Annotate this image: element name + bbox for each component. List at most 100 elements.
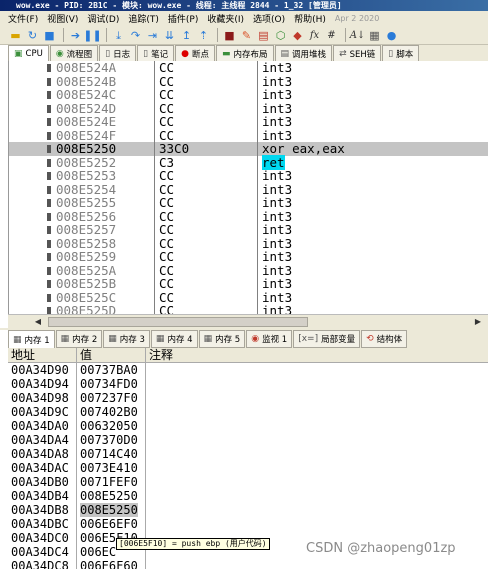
breakpoint-marker-icon[interactable] — [45, 91, 53, 99]
tab-graph[interactable]: ◉ 流程图 — [49, 45, 99, 61]
tab-seh-chain[interactable]: ⇄ SEH链 — [333, 45, 382, 61]
header-value[interactable]: 值 — [77, 348, 146, 363]
breakpoint-marker-icon[interactable] — [45, 293, 53, 302]
column-divider[interactable] — [257, 61, 258, 314]
breakpoint-marker-icon[interactable] — [45, 307, 53, 314]
breakpoint-marker-icon[interactable] — [45, 118, 53, 126]
breakpoint-marker-icon[interactable] — [45, 77, 53, 86]
dump-row[interactable]: 00A34D9C 007402B0 — [8, 405, 488, 419]
tab-log[interactable]: ▯ 日志 — [99, 45, 137, 61]
run-icon[interactable]: ➔ — [68, 28, 83, 43]
disassembly-row[interactable]: 008E525C CC int3 — [9, 290, 488, 305]
tab-dump-3[interactable]: ▦ 内存 3 — [103, 330, 150, 348]
disassembly-row[interactable]: 008E524A CC int3 — [9, 61, 488, 75]
disassembly-row[interactable]: 008E524C CC int3 — [9, 88, 488, 102]
tab-notes[interactable]: ▯ 笔记 — [137, 45, 175, 61]
dump-row[interactable]: 00A34D94 00734FD0 — [8, 377, 488, 391]
bookmark-icon[interactable]: ◆ — [290, 28, 305, 43]
tab-breakpoints[interactable]: ● 断点 — [175, 45, 215, 61]
breakpoint-marker-icon[interactable] — [45, 253, 53, 261]
dump-row[interactable]: 00A34DAC 0073E410 — [8, 461, 488, 475]
disassembly-row[interactable]: 008E525D CC int3 — [9, 304, 488, 314]
tab-dump-1[interactable]: ▦ 内存 1 — [8, 330, 55, 348]
breakpoint-marker-icon[interactable] — [45, 226, 53, 234]
close-icon[interactable]: ■ — [42, 28, 57, 43]
hash-icon[interactable]: # — [324, 28, 339, 43]
scroll-right-icon[interactable]: ▶ — [472, 316, 484, 328]
disassembly-row[interactable]: 008E5254 CC int3 — [9, 182, 488, 197]
dump-row[interactable]: 00A34D90 00737BA0 — [8, 363, 488, 377]
disassembly-row[interactable]: 008E5259 CC int3 — [9, 250, 488, 264]
disassembly-row[interactable]: 008E5257 CC int3 — [9, 223, 488, 237]
breakpoint-marker-icon[interactable] — [45, 145, 53, 153]
breakpoint-marker-icon[interactable] — [45, 131, 53, 140]
tab-locals[interactable]: [x=] 局部变量 — [293, 330, 361, 348]
dump-row[interactable]: 00A34DA0 00632050 — [8, 419, 488, 433]
comment-icon[interactable]: ▤ — [256, 28, 271, 43]
header-comment[interactable]: 注释 — [146, 348, 488, 363]
disassembly-row[interactable]: 008E5256 CC int3 — [9, 209, 488, 224]
tab-watch-1[interactable]: ◉ 监视 1 — [246, 330, 293, 348]
breakpoint-marker-icon[interactable] — [45, 239, 53, 248]
disassembly-row[interactable]: 008E525A CC int3 — [9, 263, 488, 278]
disassembly-row[interactable]: 008E524B CC int3 — [9, 74, 488, 89]
breakpoint-marker-icon[interactable] — [45, 64, 53, 72]
disassembly-row[interactable]: 008E524D CC int3 — [9, 101, 488, 116]
step-over-icon[interactable]: ↷ — [128, 28, 143, 43]
horizontal-scrollbar[interactable]: ◀ ▶ — [8, 314, 488, 328]
disassembly-row[interactable]: 008E5252 C3 ret — [9, 154, 488, 170]
breakpoint-marker-icon[interactable] — [45, 280, 53, 288]
dump-row[interactable]: 00A34DB4 008E5250 — [8, 489, 488, 503]
breakpoint-marker-icon[interactable] — [45, 199, 53, 207]
dump-row[interactable]: 00A34DB0 0071FEF0 — [8, 475, 488, 489]
breakpoint-marker-icon[interactable] — [45, 185, 53, 194]
menu-options[interactable]: 选项(O) — [253, 12, 285, 25]
pause-icon[interactable]: ❚❚ — [83, 28, 101, 43]
header-address[interactable]: 地址 — [8, 348, 77, 363]
breakpoint-marker-icon[interactable] — [45, 266, 53, 275]
dump-row[interactable]: 00A34DA4 007370D0 — [8, 433, 488, 447]
step-into-icon[interactable]: ⤓ — [111, 28, 126, 43]
scrollbar-thumb[interactable] — [48, 317, 308, 327]
help-icon[interactable]: ● — [384, 28, 399, 43]
disassembly-row[interactable]: 008E525B CC int3 — [9, 277, 488, 291]
breakpoint-marker-icon[interactable] — [45, 172, 53, 180]
breakpoint-marker-icon[interactable] — [45, 158, 53, 167]
function-icon[interactable]: fx — [307, 28, 322, 43]
disassembly-row[interactable]: 008E524E CC int3 — [9, 115, 488, 129]
breakpoint-marker-icon[interactable] — [45, 104, 53, 113]
run-to-user-code-icon[interactable]: ⇡ — [196, 28, 211, 43]
restart-icon[interactable]: ↻ — [25, 28, 40, 43]
tab-call-stack[interactable]: ▤ 调用堆栈 — [274, 45, 333, 61]
tab-cpu[interactable]: ▣ CPU — [8, 45, 49, 61]
execute-till-return-icon[interactable]: ↥ — [179, 28, 194, 43]
dump-row[interactable]: 00A34DBC 006E6EF0 — [8, 517, 488, 531]
menu-favourites[interactable]: 收藏夹(I) — [207, 12, 244, 25]
disassembly-row[interactable]: 008E524F CC int3 — [9, 128, 488, 143]
dump-row[interactable]: 00A34DC8 006E6F60 — [8, 559, 488, 569]
menu-view[interactable]: 视图(V) — [47, 12, 78, 25]
menu-plugins[interactable]: 插件(P) — [168, 12, 198, 25]
disassembly-row[interactable]: 008E5255 CC int3 — [9, 196, 488, 210]
dump-row[interactable]: 00A34D98 007237F0 — [8, 391, 488, 405]
breakpoint-marker-icon[interactable] — [45, 212, 53, 221]
tab-script[interactable]: ▯ 脚本 — [382, 45, 420, 61]
scroll-left-icon[interactable]: ◀ — [32, 316, 44, 328]
patch-icon[interactable]: ✎ — [239, 28, 254, 43]
tab-struct[interactable]: ⟲ 结构体 — [361, 330, 408, 348]
tab-memory-map[interactable]: ▬ 内存布局 — [216, 45, 274, 61]
disassembly-view[interactable]: 008E524A CC int3 008E524B CC int3 008E524C CC in… — [8, 61, 488, 314]
font-icon[interactable]: A↓ — [350, 28, 366, 43]
menu-file[interactable]: 文件(F) — [8, 12, 38, 25]
menu-trace[interactable]: 追踪(T) — [128, 12, 159, 25]
disassembly-row[interactable]: 008E5258 CC int3 — [9, 236, 488, 251]
disassembly-row[interactable]: 008E5253 CC int3 — [9, 169, 488, 183]
menu-debug[interactable]: 调试(D) — [87, 12, 119, 25]
dump-row[interactable]: 00A34DA8 00714C40 — [8, 447, 488, 461]
open-icon[interactable]: ▬ — [8, 28, 23, 43]
disassembly-row[interactable]: 008E5250 33C0 xor eax,eax — [9, 142, 488, 156]
trace-into-icon[interactable]: ⇥ — [145, 28, 160, 43]
tab-dump-2[interactable]: ▦ 内存 2 — [55, 330, 103, 348]
column-divider[interactable] — [154, 61, 155, 314]
label-icon[interactable]: ⬡ — [273, 28, 288, 43]
